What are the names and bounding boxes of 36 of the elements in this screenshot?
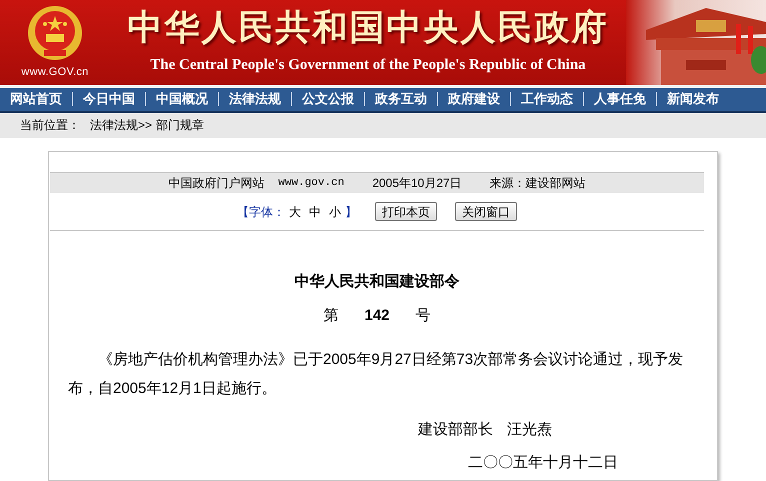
nav-link[interactable]: 新闻发布 <box>657 92 729 106</box>
nav-link[interactable]: 中国概况 <box>146 92 218 106</box>
article-body: 《房地产估价机构管理办法》已于2005年9月27日经第73次部常务会议讨论通过，现予发布，自2005年12月1日起施行。 <box>68 350 684 399</box>
nav-link[interactable]: 工作动态 <box>511 92 583 106</box>
page-button[interactable]: 关闭窗口 <box>455 202 517 221</box>
signature-role: 建设部部长 <box>418 420 493 440</box>
order-suffix: 号 <box>416 306 431 326</box>
breadcrumb-link[interactable]: 部门规章 <box>156 116 204 134</box>
font-size-link[interactable]: 大 <box>285 202 305 220</box>
font-size-bracket: 】 <box>345 204 357 220</box>
nav-link[interactable]: 公文公报 <box>292 92 364 106</box>
order-number: 142 <box>364 306 390 326</box>
info-url: www.gov.cn <box>278 176 344 191</box>
signature-name: 汪光焘 <box>507 420 552 440</box>
nav-link[interactable]: 政府建设 <box>438 92 510 106</box>
nav-link[interactable]: 今日中国 <box>73 92 145 106</box>
nav-link[interactable]: 人事任免 <box>584 92 656 106</box>
info-date: 2005年10月27日 <box>372 175 462 192</box>
emblem-logo <box>26 4 84 62</box>
font-size-label: 【字体： <box>237 204 285 220</box>
info-source: 来源：建设部网站 <box>490 175 586 192</box>
nav-link[interactable]: 法律法规 <box>219 92 291 106</box>
site-address: www.GOV.cn <box>21 65 89 80</box>
site-subtitle: The Central People's Government of the People's Republic of China <box>150 56 586 75</box>
font-size-link[interactable]: 小 <box>325 202 345 220</box>
info-site: 中国政府门户网站 <box>168 175 264 192</box>
order-prefix: 第 <box>323 306 338 326</box>
breadcrumb-link[interactable]: 法律法规>> <box>90 116 152 134</box>
page-button[interactable]: 打印本页 <box>375 202 437 221</box>
font-size-link[interactable]: 中 <box>305 202 325 220</box>
nav-link[interactable]: 网站首页 <box>0 92 72 106</box>
article-title: 中华人民共和国建设部令 <box>294 272 460 292</box>
breadcrumb-label: 当前位置： <box>20 117 80 134</box>
signature-date: 二〇〇五年十月十二日 <box>468 452 619 472</box>
nav-link[interactable]: 政务互动 <box>365 92 437 106</box>
site-title: 中华人民共和国中央人民政府 <box>128 7 608 49</box>
